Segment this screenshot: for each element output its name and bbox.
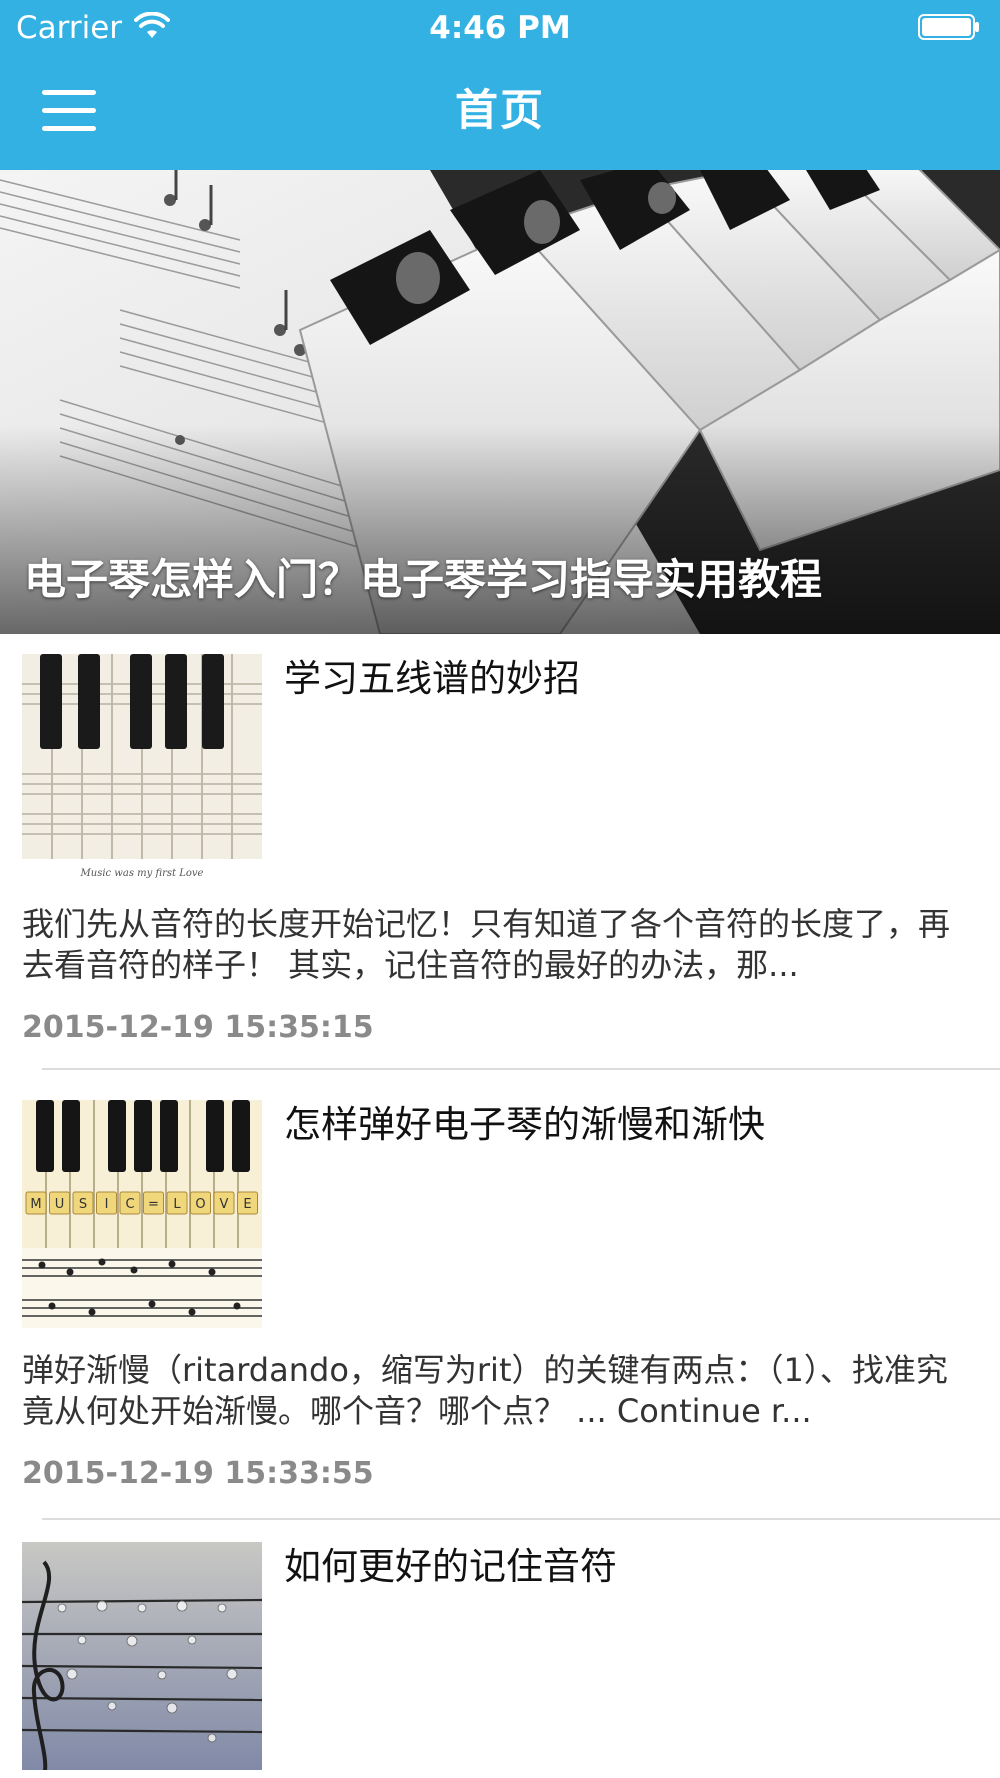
hero-caption[interactable]: 电子琴怎样入门？电子琴学习指导实用教程: [24, 552, 980, 608]
letter-tile-text: I: [105, 1197, 109, 1212]
article-title[interactable]: 如何更好的记住音符: [284, 1542, 976, 1592]
letter-tile-text: =: [148, 1197, 159, 1212]
thumbnail-caption: Music was my first Love: [80, 868, 204, 879]
letter-tile-text: U: [55, 1197, 65, 1212]
letter-tile-text: L: [173, 1197, 181, 1212]
list-item[interactable]: M U S I C = L O V E 怎样弹好电子琴的渐慢和渐快 弹好渐慢（ritardando…: [0, 1100, 1000, 1520]
article-title[interactable]: 怎样弹好电子琴的渐慢和渐快: [284, 1100, 976, 1150]
status-time: 4:46 PM: [429, 10, 571, 46]
status-bar: Carrier 4:46 PM: [0, 0, 1000, 56]
article-date: 2015-12-19 15:35:15: [22, 1010, 374, 1045]
letter-tile-text: O: [195, 1197, 205, 1212]
letter-tile-text: M: [30, 1197, 41, 1212]
article-title[interactable]: 学习五线谱的妙招: [284, 654, 976, 704]
letter-tile-text: V: [220, 1197, 229, 1212]
letter-tile-text: C: [125, 1197, 134, 1212]
list-item[interactable]: 如何更好的记住音符: [0, 1542, 1000, 1778]
list-item[interactable]: Music was my first Love 学习五线谱的妙招 我们先从音符的…: [0, 654, 1000, 1070]
article-description: 我们先从音符的长度开始记忆！只有知道了各个音符的长度了，再去看音符的样子！ 其实…: [22, 905, 951, 984]
treble-clef-water-drops-thumbnail: [22, 1542, 262, 1770]
page-title: 首页: [455, 86, 545, 136]
divider: [42, 1068, 1000, 1070]
letter-tile-text: S: [79, 1197, 87, 1212]
divider: [42, 1518, 1000, 1520]
top-bar: Carrier 4:46 PM 首页: [0, 0, 1000, 170]
music-love-tiles-piano-thumbnail: M U S I C = L O V E: [22, 1100, 262, 1328]
article-date: 2015-12-19 15:33:55: [22, 1456, 374, 1491]
battery-icon: [918, 14, 979, 40]
piano-keys-sheet-music-thumbnail: Music was my first Love: [22, 654, 262, 882]
article-description: 弹好渐慢（ritardando，缩写为rit）的关键有两点：（1）、找准究竟从何…: [22, 1351, 948, 1430]
letter-tile-text: E: [243, 1197, 251, 1212]
